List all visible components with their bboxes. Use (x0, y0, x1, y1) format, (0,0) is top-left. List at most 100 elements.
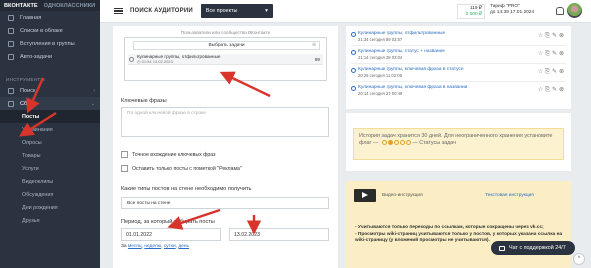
task-status-icon (351, 68, 356, 73)
text-instruction-link[interactable]: Текстовая инструкция (485, 193, 534, 198)
sidebar-item-cloud-lists[interactable]: Списки в облаке (0, 24, 100, 37)
history-status-text: — Статусы задач (412, 140, 456, 146)
period-week-link[interactable]: неделю (144, 244, 161, 249)
sidebar-sub-discussions[interactable]: Обсуждения (0, 188, 100, 201)
quick-period-links: За месяц, неделю, сутки, день (121, 244, 189, 249)
sidebar-sub-goods[interactable]: Товары (0, 149, 100, 162)
sidebar-sub-birthdays[interactable]: Дни рождения (0, 201, 100, 214)
support-chat-button[interactable]: Чат с поддержкой 24/7 (491, 241, 575, 255)
select-tasks-label: Выбрать задачи (208, 43, 245, 48)
sidebar-sub-clips[interactable]: Видеоклипы (0, 175, 100, 188)
date-from-input[interactable]: 01.01.2022 (121, 228, 221, 241)
period-month-link[interactable]: месяц (128, 244, 142, 249)
video-instruction-label[interactable]: Видео-инструкция (382, 193, 423, 198)
bell-icon[interactable] (556, 7, 564, 15)
task-actions[interactable]: ☆⎘✎⊗ (538, 86, 566, 94)
sidebar-item-home[interactable]: Главная (0, 11, 100, 24)
task-history-list: Кулинарные группы, отфильтрованные 21:34… (346, 26, 571, 109)
task-title[interactable]: Кулинарные группы, ключевая фраза в стат… (358, 67, 464, 72)
task-actions[interactable]: ☆⎘✎⊗ (538, 68, 566, 76)
project-select-value: Все проекты (205, 8, 238, 14)
sidebar-sub-services[interactable]: Услуги (0, 162, 100, 175)
ads-only-checkbox[interactable] (121, 165, 128, 172)
post-types-select[interactable]: Все посты на стене (121, 197, 329, 209)
task-status-icon (351, 86, 356, 91)
gear-icon (8, 100, 14, 107)
exact-match-label: Точное вхождение ключевых фраз (132, 152, 216, 158)
sidebar-sub-posts[interactable]: Посты (0, 110, 100, 123)
task-title[interactable]: Кулинарные группы, отфильтрованные (358, 31, 445, 36)
instruction-line-1: - Учитываются только переходы по ссылкам… (355, 225, 544, 230)
task-meta: 20:14 сегодня 27 00:49 (358, 91, 403, 96)
history-notice: История задач хранится 30 дней. Для неог… (353, 128, 564, 160)
sidebar: ВКОНТАКТЕ ОДНОКЛАССНИКИ Главная Списки в… (0, 0, 100, 268)
support-chat-label: Чат с поддержкой 24/7 (509, 245, 566, 251)
chevron-right-icon: › (93, 87, 95, 94)
task-actions[interactable]: ☆⎘✎⊗ (538, 32, 566, 40)
balance-widget[interactable]: 119 ₽ 2 000 ₽ (457, 4, 485, 19)
instruction-links: Видео-инструкция Текстовая инструкция (352, 189, 565, 203)
sidebar-sub-polls[interactable]: Опросы (0, 136, 100, 149)
list-item[interactable]: Кулинарные группы, отфильтрованные 21:34… (351, 30, 566, 43)
sidebar-item-label: Списки в облаке (20, 27, 63, 34)
keywords-input[interactable]: По одной ключевой фразе в строке (121, 107, 329, 137)
avatar[interactable] (567, 3, 582, 18)
task-meta: 20:26 сегодня 11 02:08 (358, 73, 402, 78)
sidebar-item-search[interactable]: Поиск › (0, 84, 100, 97)
task-count: 89 (314, 57, 320, 62)
sidebar-item-label: Вступления в группы (20, 40, 75, 47)
chevron-down-icon: ⌄ (90, 100, 95, 107)
add-icon: ⊕ (311, 43, 316, 48)
search-icon (8, 87, 14, 94)
selected-task[interactable]: Кулинарные группы, отфильтрованные ◷ 01:… (128, 54, 323, 65)
page-title: ПОИСК АУДИТОРИИ (130, 8, 193, 14)
tab-odnoklassniki[interactable]: ОДНОКЛАССНИКИ (44, 3, 95, 9)
scroll-up-icon[interactable]: ^ (573, 253, 585, 265)
task-actions[interactable]: ☆⎘✎⊗ (538, 50, 566, 58)
task-status-icons (381, 140, 411, 146)
date-to-input[interactable]: 13.02.2023 (229, 228, 329, 241)
collect-posts-form: Пользователи или сообщества ВКонтакте Вы… (113, 26, 338, 268)
keywords-label: Ключевые фразы (121, 98, 167, 104)
sidebar-item-group-joins[interactable]: Вступления в группы (0, 37, 100, 50)
task-title[interactable]: Кулинарные группы, ключевая фраза в назв… (358, 85, 467, 90)
task-title[interactable]: Кулинарные группы, статус + название (358, 49, 445, 54)
task-status-icon (351, 50, 356, 55)
list-item[interactable]: Кулинарные группы, ключевая фраза в стат… (351, 66, 566, 79)
source-hint: Пользователи или сообщества ВКонтакте (180, 30, 271, 35)
network-switcher: ВКОНТАКТЕ ОДНОКЛАССНИКИ (0, 0, 100, 11)
sidebar-item-label: Авто-задачи (20, 53, 53, 60)
keywords-placeholder: По одной ключевой фразе в строке (127, 111, 206, 116)
sidebar-item-collect[interactable]: Сбор ⌄ (0, 97, 100, 110)
period-label: Период, за который собирать посты (121, 219, 215, 225)
users-icon (8, 40, 14, 47)
period-day-link[interactable]: сутки (164, 244, 176, 249)
tab-vkontakte[interactable]: ВКОНТАКТЕ (4, 3, 38, 9)
date-from-value: 01.01.2022 (126, 232, 152, 238)
task-status-icon (351, 32, 356, 37)
exact-match-checkbox[interactable] (121, 151, 128, 158)
balance-bonus: 2 000 ₽ (465, 12, 482, 17)
cloud-icon (8, 27, 14, 34)
home-icon (8, 14, 14, 21)
sidebar-item-auto-tasks[interactable]: Авто-задачи (0, 50, 100, 63)
menu-icon[interactable] (114, 7, 123, 15)
chevron-down-icon: ▾ (265, 8, 268, 14)
post-types-value: Все посты на стене (127, 201, 171, 206)
sidebar-sub-mentions[interactable]: Упоминания (0, 123, 100, 136)
tariff-info[interactable]: Тариф "PRO" до 14:39 17.01.2024 (490, 4, 534, 16)
history-notice-card: История задач хранится 30 дней. Для неог… (346, 113, 571, 171)
sidebar-item-label: Поиск (20, 87, 36, 94)
project-select[interactable]: Все проекты ▾ (200, 4, 273, 18)
sidebar-section-tools: ИНСТРУМЕНТЫ (6, 76, 45, 82)
video-play-icon[interactable] (354, 189, 376, 202)
select-tasks-button[interactable]: Выбрать задачи ⊕ (133, 41, 320, 50)
list-item[interactable]: Кулинарные группы, статус + название 21:… (351, 48, 566, 61)
task-meta: 21:14 сегодня 28 03:04 (358, 55, 403, 60)
sidebar-item-label: Сбор (20, 100, 34, 107)
list-item[interactable]: Кулинарные группы, ключевая фраза в назв… (351, 84, 566, 97)
post-types-label: Какие типы постов на стене необходимо по… (121, 186, 252, 192)
date-to-value: 13.02.2023 (234, 232, 260, 238)
sidebar-sub-friends[interactable]: Друзья (0, 214, 100, 227)
period-today-link[interactable]: день (178, 244, 189, 249)
